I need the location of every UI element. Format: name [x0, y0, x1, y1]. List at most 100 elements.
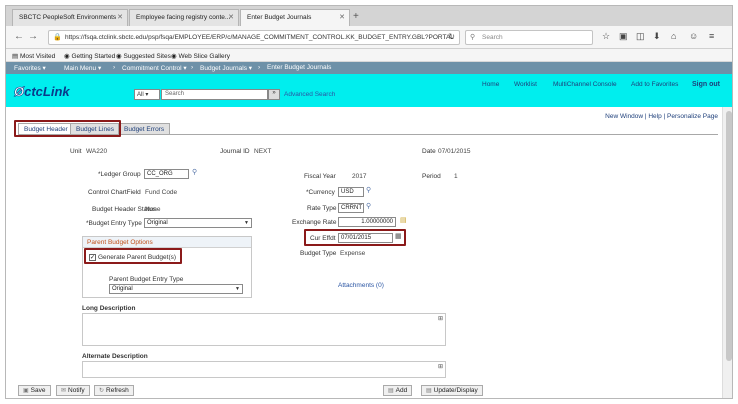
- journal-id-label: Journal ID: [220, 148, 250, 155]
- period-label: Period: [422, 173, 441, 180]
- update-display-icon: ▤: [426, 388, 432, 394]
- breadcrumb-budget-journals[interactable]: Budget Journals ▾: [200, 64, 252, 72]
- logo-prefix: ctc: [24, 84, 43, 99]
- multichannel-console-link[interactable]: MultiChannel Console: [553, 81, 617, 88]
- peoplesoft-header: ØctcLink Home Worklist MultiChannel Cons…: [6, 74, 732, 107]
- close-icon[interactable]: ✕: [228, 13, 234, 21]
- main-menu[interactable]: Main Menu ▾: [64, 64, 101, 72]
- parent-budget-entry-type-select[interactable]: Original ▼: [109, 284, 243, 294]
- bottom-toolbar: ▣ Save ✉ Notify ↻ Refresh ▤ Add ▤ Update/Disp…: [18, 385, 718, 397]
- expand-textarea-icon[interactable]: ⊞: [438, 315, 443, 322]
- breadcrumb-enter-budget-journals[interactable]: Enter Budget Journals: [267, 64, 331, 71]
- browser-tab-budget-journals[interactable]: Enter Budget Journals ✕: [240, 9, 350, 26]
- browser-tab-label: SBCTC PeopleSoft Environments: [19, 14, 117, 21]
- home-icon[interactable]: ⌂: [671, 31, 676, 41]
- back-icon[interactable]: ←: [14, 31, 24, 42]
- browser-search-placeholder: Search: [482, 34, 503, 41]
- rate-type-lookup-icon[interactable]: ⚲: [366, 202, 371, 210]
- reading-list-icon[interactable]: ▣: [619, 31, 628, 42]
- favorites-menu[interactable]: Favorites ▾: [14, 64, 46, 72]
- bookmark-getting-started[interactable]: ◉ Getting Started: [64, 52, 115, 60]
- browser-tab-label: Enter Budget Journals: [247, 14, 312, 21]
- currency-label: *Currency: [306, 189, 335, 196]
- exchange-rate-input[interactable]: 1.00000000: [338, 217, 396, 227]
- currency-lookup-icon[interactable]: ⚲: [366, 186, 371, 194]
- currency-input[interactable]: USD: [338, 187, 364, 197]
- highlight-tabs: [14, 120, 121, 137]
- attachments-link[interactable]: Attachments (0): [338, 282, 384, 289]
- save-button[interactable]: ▣ Save: [18, 385, 51, 396]
- ledger-group-lookup-icon[interactable]: ⚲: [192, 168, 197, 176]
- url-text: https://fsqa.ctclink.sbctc.edu/psp/fsqa/…: [65, 34, 454, 41]
- fiscal-year-value: 2017: [352, 173, 367, 180]
- alternate-description-label: Alternate Description: [82, 353, 148, 360]
- budget-entry-type-select[interactable]: Original ▼: [144, 218, 252, 228]
- main-menu-label: Main Menu: [64, 65, 97, 72]
- breadcrumb-label: Commitment Control: [122, 65, 182, 72]
- download-icon[interactable]: ⬇: [653, 31, 661, 42]
- forward-icon[interactable]: →: [28, 31, 38, 42]
- refresh-label: Refresh: [106, 387, 129, 394]
- notify-icon: ✉: [61, 388, 67, 394]
- home-link[interactable]: Home: [482, 81, 499, 88]
- bookmark-most-visited[interactable]: ▤ Most Visited: [12, 52, 55, 60]
- browser-search-input[interactable]: ⚲ Search: [465, 30, 593, 45]
- bookmark-suggested-sites[interactable]: ◉ Suggested Sites: [116, 52, 171, 60]
- new-tab-icon[interactable]: +: [353, 11, 359, 22]
- breadcrumb-label: Enter Budget Journals: [267, 64, 332, 71]
- parent-budget-entry-type-value: Original: [112, 286, 133, 292]
- page-links[interactable]: New Window | Help | Personalize Page: [605, 113, 718, 120]
- close-icon[interactable]: ✕: [117, 13, 123, 21]
- scrollbar-thumb[interactable]: [726, 111, 732, 361]
- unit-value: WA220: [86, 148, 108, 155]
- logo-suffix: Link: [42, 84, 70, 99]
- save-label: Save: [30, 387, 46, 394]
- search-scope-select[interactable]: All ▾: [134, 89, 160, 100]
- notify-button[interactable]: ✉ Notify: [56, 385, 90, 396]
- exchange-rate-calculator-icon[interactable]: ▤: [400, 216, 407, 224]
- long-description-label: Long Description: [82, 305, 136, 312]
- budget-entry-type-value: Original: [147, 220, 168, 226]
- browser-tab-label: Employee facing registry conte...: [136, 14, 231, 21]
- close-icon[interactable]: ✕: [339, 13, 345, 21]
- add-label: Add: [395, 387, 408, 394]
- favorites-label: Favorites: [14, 65, 41, 72]
- ledger-group-input[interactable]: CC_ORG: [144, 169, 189, 179]
- bookmark-web-slice-gallery[interactable]: ◉ Web Slice Gallery: [171, 52, 230, 60]
- breadcrumb-separator: ›: [113, 64, 116, 71]
- search-go-button[interactable]: »: [268, 89, 280, 100]
- url-bar[interactable]: 🔒 https://fsqa.ctclink.sbctc.edu/psp/fsq…: [48, 30, 460, 45]
- sign-out-link[interactable]: Sign out: [692, 81, 720, 88]
- star-icon[interactable]: ☆: [602, 31, 610, 42]
- chevron-down-icon: ▼: [235, 286, 240, 292]
- advanced-search-link[interactable]: Advanced Search: [284, 91, 335, 98]
- save-icon: ▣: [23, 388, 29, 394]
- browser-tab-environments[interactable]: SBCTC PeopleSoft Environments ✕: [12, 9, 128, 26]
- reload-icon[interactable]: ↻: [448, 32, 455, 41]
- journal-id-value: NEXT: [254, 148, 272, 155]
- alternate-description-textarea[interactable]: ⊞: [82, 361, 446, 378]
- breadcrumb-commitment-control[interactable]: Commitment Control ▾: [122, 64, 187, 72]
- update-display-button[interactable]: ▤ Update/Display: [421, 385, 483, 396]
- bookmark-label: Most Visited: [19, 53, 56, 60]
- expand-textarea-icon[interactable]: ⊞: [438, 363, 443, 370]
- add-icon: ▤: [388, 388, 394, 394]
- long-description-textarea[interactable]: ⊞: [82, 313, 446, 346]
- worklist-link[interactable]: Worklist: [514, 81, 537, 88]
- breadcrumb-label: Budget Journals: [200, 65, 247, 72]
- smiley-icon[interactable]: ☺: [689, 31, 698, 41]
- fiscal-year-label: Fiscal Year: [304, 173, 336, 180]
- peoplesoft-search-input[interactable]: Search: [161, 89, 268, 100]
- rate-type-label: Rate Type: [307, 205, 337, 212]
- browser-tab-registry[interactable]: Employee facing registry conte... ✕: [129, 9, 239, 26]
- logo-swoosh-icon: Ø: [14, 84, 25, 100]
- add-to-favorites-link[interactable]: Add to Favorites: [631, 81, 678, 88]
- period-value: 1: [454, 173, 458, 180]
- pocket-icon[interactable]: ◫: [636, 31, 645, 42]
- hamburger-menu-icon[interactable]: ≡: [709, 31, 714, 41]
- refresh-button[interactable]: ↻ Refresh: [94, 385, 134, 396]
- rate-type-input[interactable]: CRRNT: [338, 203, 364, 213]
- control-chartfield-value: Fund Code: [145, 189, 178, 196]
- vertical-scrollbar[interactable]: [722, 107, 732, 398]
- add-button[interactable]: ▤ Add: [383, 385, 413, 396]
